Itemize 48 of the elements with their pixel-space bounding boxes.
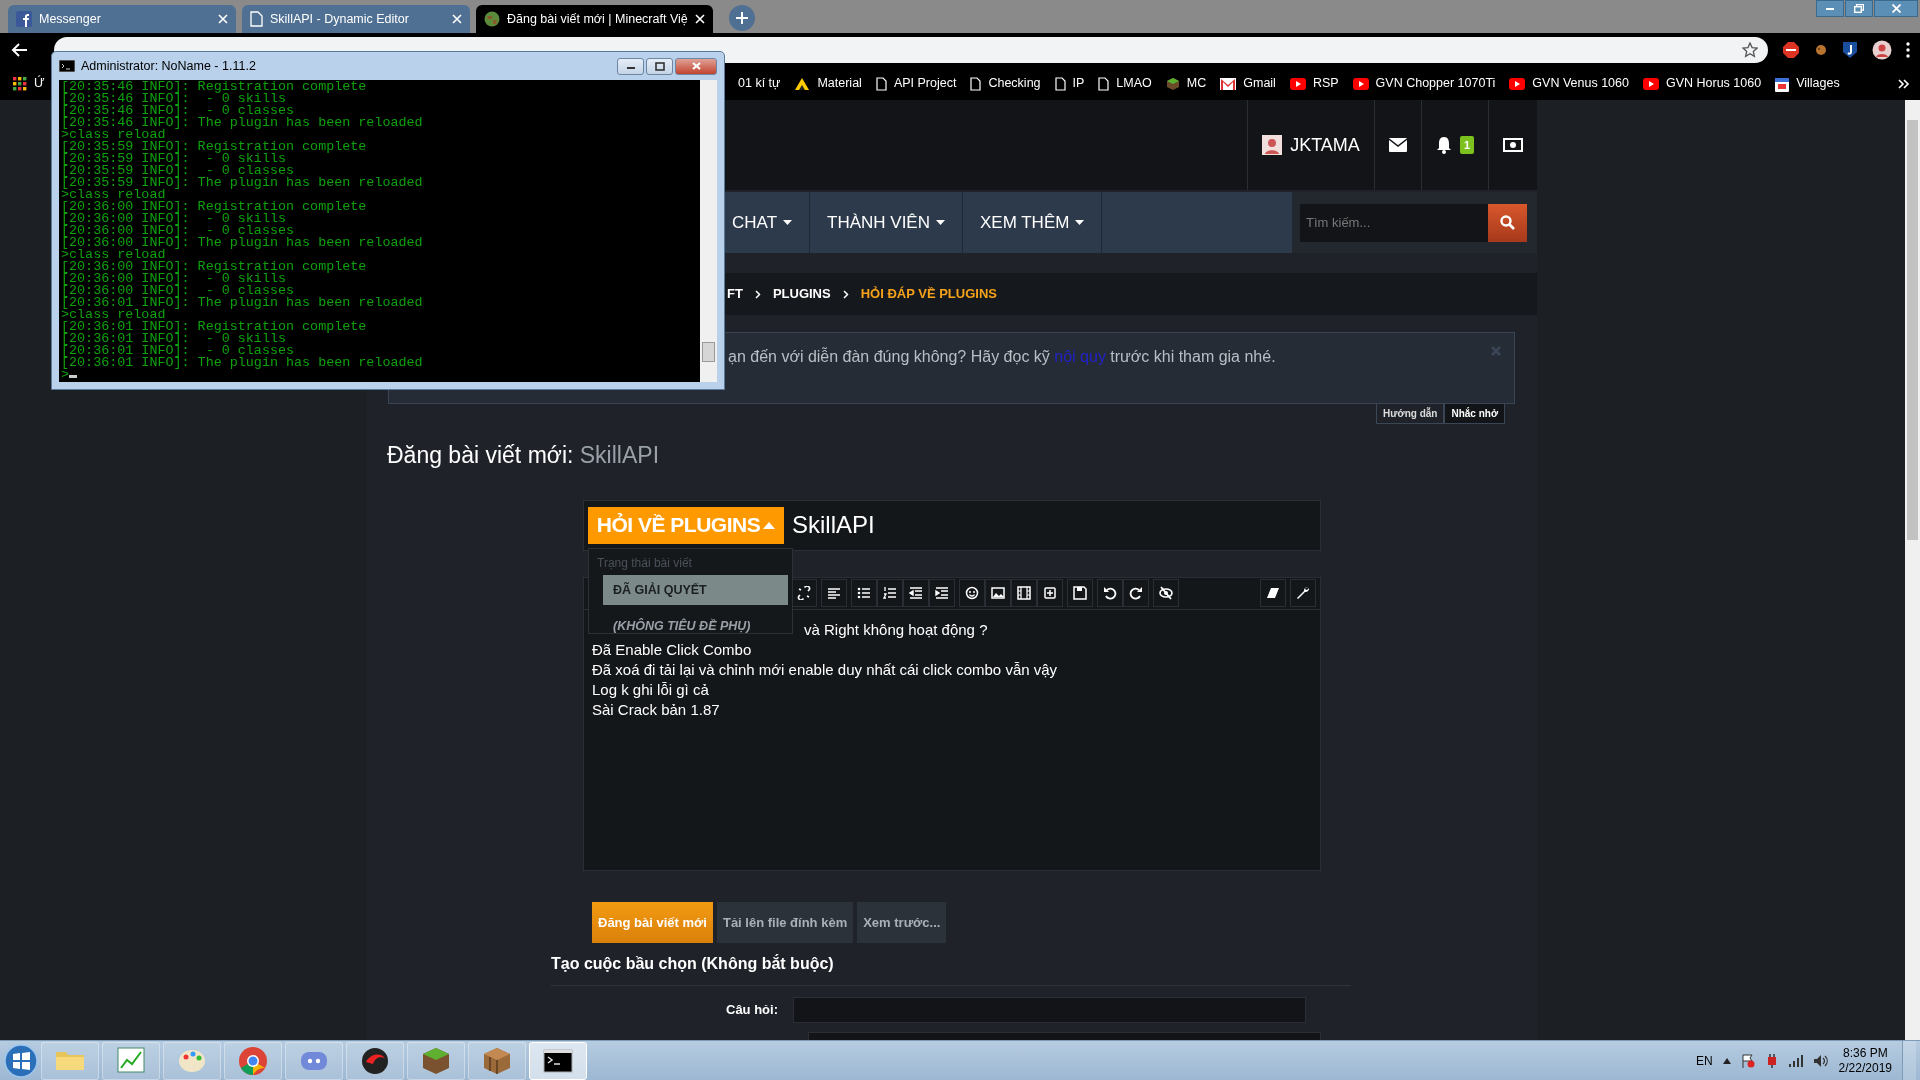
editor-line: Sài Crack bản 1.87 [592, 700, 720, 721]
bookmark-link[interactable]: LMAO [1091, 71, 1159, 96]
editor-line: Đã xoá đi tải lại và chỉnh mới enable duy nhất cái click combo vẫn vậy [592, 659, 1058, 680]
notice-tab[interactable]: Hướng dẫn [1376, 404, 1445, 424]
menu-item[interactable]: ĐÃ GIẢI QUYẾT [603, 574, 788, 606]
bookmark-link[interactable]: MC [1158, 71, 1214, 96]
username-link[interactable]: JKTAMA [1290, 131, 1360, 159]
search-field[interactable]: Tìm kiếm... [1300, 203, 1489, 242]
editor-line: Log k ghi lỗi gì cả [592, 680, 709, 701]
breadcrumb-link[interactable]: FT [727, 284, 743, 304]
action-button[interactable]: Tải lên file đính kèm [716, 901, 854, 943]
bookmark-link[interactable]: GVN Chopper 1070Ti [1345, 71, 1503, 96]
field-label: Câu hỏi: [725, 1001, 779, 1020]
alert-count: 1 [1459, 135, 1474, 155]
bookmark-link[interactable]: API Project [868, 71, 964, 96]
bookmark-link[interactable]: RSP [1282, 71, 1346, 96]
bookmark-link[interactable]: GVN Horus 1060 [1635, 71, 1769, 96]
editor-line: Đã Enable Click Combo [592, 639, 752, 660]
menu-header: Trạng thái bài viết [596, 554, 693, 572]
action-button[interactable]: Xem trước... [857, 901, 947, 943]
clock-time[interactable]: 8:36 PM [1838, 1045, 1892, 1061]
window-title: Administrator: NoName - 1.11.2 [81, 57, 256, 75]
bookmark-link[interactable]: Material [787, 71, 869, 96]
bookmark-link[interactable]: Checking [963, 71, 1048, 96]
nav-menu[interactable]: THÀNH VIÊN [810, 192, 963, 253]
section-heading: Tạo cuộc bầu chọn (Không bắt buộc) [551, 953, 835, 974]
bookmark-link[interactable]: Ứ [6, 71, 45, 96]
breadcrumb-link[interactable]: HỎI ĐÁP VỀ PLUGINS [860, 284, 997, 304]
editor-line: và Right không hoạt động ? [804, 619, 988, 640]
bookmark-link[interactable]: Gmail [1213, 71, 1283, 96]
console-output: [20:35:46 INFO]: Registration complete [20:35:46 INFO]: - 0 skills [20:35:46 INFO]: - 0 classes [20:35:46 INFO]: The plugin has been reloaded >class reload [20:35:59 INFO]: Registration complete [20:35:59 INFO]: - 0 skills [20:35:59 INFO]: - 0 classes [20:35:59 INFO]: The plugin has been reloaded >class reload [20:36:00 INFO]: Registration complete [20:36:00 INFO]: - 0 skills [20:36:00 INFO]: - 0 classes [20:36:00 INFO]: The plugin has been reloaded >class reload [20:36:00 INFO]: Registration complete [20:36:00 INFO]: - 0 skills [20:36:00 INFO]: - 0 classes [20:36:01 INFO]: The plugin has been reloaded >class reload [20:36:01 INFO]: Registration complete [20:36:01 INFO]: - 0 skills [20:36:01 INFO]: - 0 classes [20:36:01 INFO]: The plugin has been reloaded > [60, 80, 424, 382]
title-value: SkillAPI [792, 510, 875, 540]
notice-tab[interactable]: Nhắc nhở [1444, 404, 1505, 424]
nav-menu[interactable]: XEM THÊM [963, 192, 1103, 253]
browser-tab[interactable]: Đăng bài viết mới | Minecraft Việ [476, 5, 713, 33]
browser-tab[interactable]: SkillAPI - Dynamic Editor [242, 5, 470, 33]
bookmark-link[interactable]: IP [1047, 71, 1092, 96]
bookmark-link[interactable]: Villages [1768, 71, 1847, 96]
menu-item[interactable]: (KHÔNG TIÊU ĐỀ PHỤ) [603, 611, 788, 642]
bookmark-link[interactable]: GVN Venus 1060 [1502, 71, 1636, 96]
nav-menu[interactable]: CHAT [728, 192, 810, 253]
notice-text: ạn đến với diễn đàn đúng không? Hãy đọc kỹ nội quy trước khi tham gia nhé. [728, 346, 1277, 367]
page-title: Đăng bài viết mới: SkillAPI [387, 441, 661, 470]
clock-date[interactable]: 2/22/2019 [1838, 1060, 1892, 1076]
bookmark-link[interactable]: 01 kí tự [731, 71, 788, 96]
browser-tab[interactable]: Messenger [8, 5, 236, 33]
breadcrumb-link[interactable]: PLUGINS [772, 284, 831, 304]
language-indicator[interactable]: EN [1695, 1051, 1713, 1070]
